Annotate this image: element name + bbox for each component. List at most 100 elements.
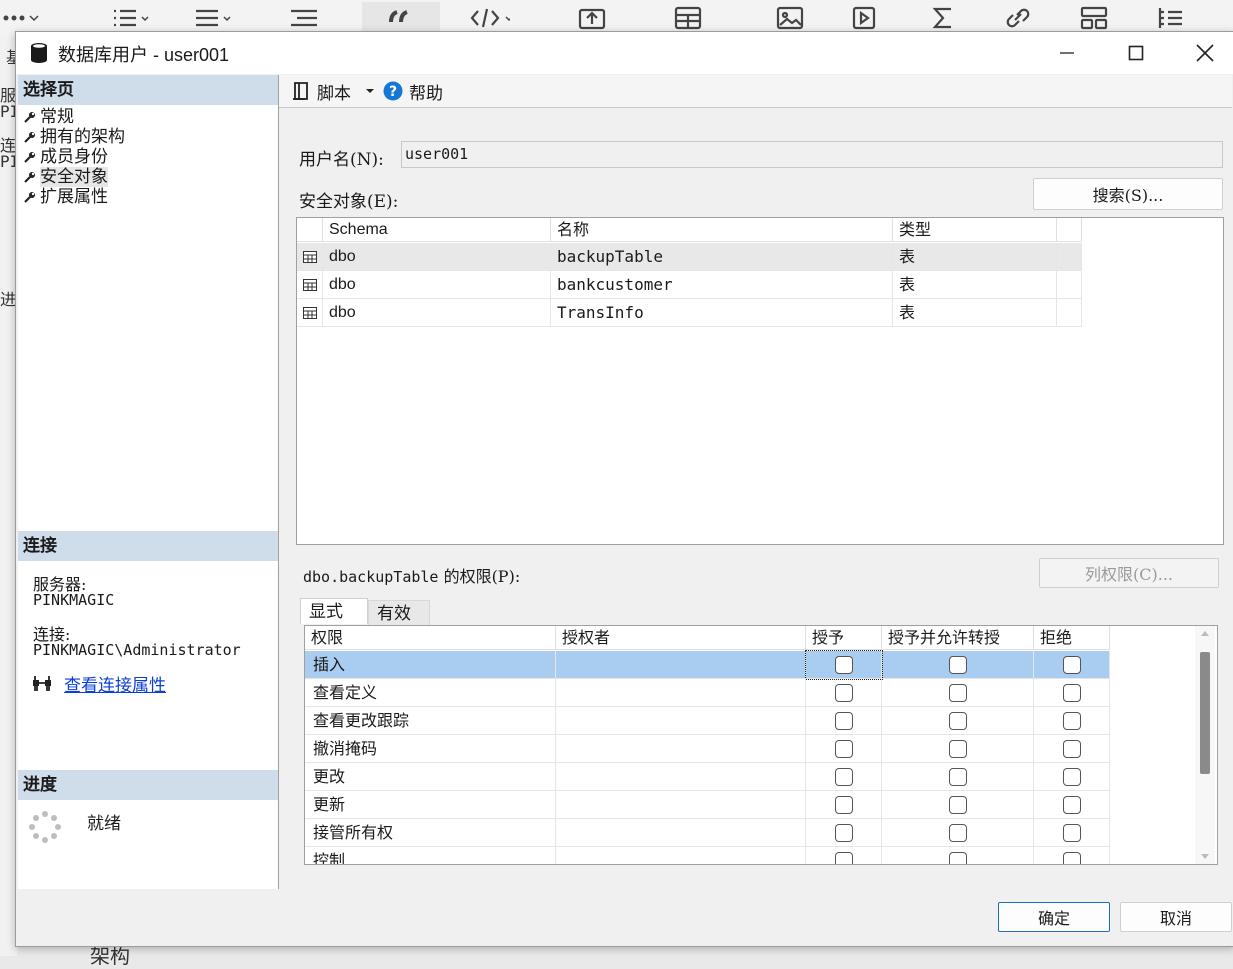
column-header-grantor[interactable]: 授权者	[556, 626, 806, 650]
permission-row[interactable]: 撤消掩码	[305, 735, 1110, 763]
grant-checkbox[interactable]	[835, 796, 853, 814]
maximize-button[interactable]	[1102, 32, 1170, 74]
username-field[interactable]: user001	[401, 141, 1223, 168]
column-permissions-button[interactable]: 列权限(C)...	[1039, 558, 1219, 588]
deny-checkbox[interactable]	[1063, 796, 1081, 814]
permission-row[interactable]: 插入	[305, 650, 1110, 680]
grant-checkbox[interactable]	[835, 768, 853, 786]
scrollbar-thumb[interactable]	[1200, 652, 1210, 774]
with-grant-checkbox[interactable]	[949, 740, 967, 758]
with-grant-cell	[882, 819, 1034, 847]
permission-row[interactable]: 更新	[305, 791, 1110, 819]
deny-checkbox[interactable]	[1063, 740, 1081, 758]
permission-row[interactable]: 查看更改跟踪	[305, 707, 1110, 735]
table-row[interactable]: dbo backupTable 表	[297, 243, 1082, 271]
column-header-grant[interactable]: 授予	[806, 626, 882, 650]
username-label: 用户名(N):	[299, 150, 384, 170]
table-row[interactable]: dbo TransInfo 表	[297, 299, 1082, 327]
row-header[interactable]	[297, 271, 323, 299]
wrench-icon	[24, 132, 35, 143]
deny-checkbox[interactable]	[1063, 656, 1081, 674]
bullet-list-icon[interactable]	[110, 2, 150, 34]
search-button[interactable]: 搜索(S)...	[1033, 178, 1223, 210]
close-button[interactable]	[1171, 32, 1233, 74]
deny-checkbox[interactable]	[1063, 684, 1081, 702]
grant-checkbox[interactable]	[835, 656, 853, 674]
grant-checkbox[interactable]	[835, 852, 853, 864]
scroll-up-icon[interactable]	[1201, 630, 1209, 636]
script-icon	[293, 82, 308, 100]
quote-icon[interactable]	[362, 2, 440, 34]
nav-item-extended-properties[interactable]: 扩展属性	[24, 187, 108, 207]
type-cell: 表	[893, 243, 1057, 271]
link-icon[interactable]	[998, 2, 1038, 34]
grant-checkbox[interactable]	[835, 684, 853, 702]
with-grant-checkbox[interactable]	[949, 712, 967, 730]
grant-cell	[806, 847, 882, 864]
ok-button[interactable]: 确定	[998, 902, 1110, 932]
title-bar[interactable]: 数据库用户 - user001	[16, 32, 1233, 74]
with-grant-cell	[882, 651, 1034, 679]
help-icon: ?	[383, 81, 403, 101]
column-header-name[interactable]: 名称	[551, 218, 893, 242]
image-icon[interactable]	[770, 2, 810, 34]
upload-icon[interactable]	[572, 2, 612, 34]
deny-checkbox[interactable]	[1063, 768, 1081, 786]
permission-row[interactable]: 更改	[305, 763, 1110, 791]
progress-spinner-icon	[29, 811, 61, 843]
grant-checkbox[interactable]	[835, 824, 853, 842]
tab-effective[interactable]: 有效	[368, 600, 430, 626]
column-header-permission[interactable]: 权限	[305, 626, 556, 650]
table-row[interactable]: dbo bankcustomer 表	[297, 271, 1082, 299]
numbered-list-icon[interactable]	[192, 2, 232, 34]
script-button[interactable]: 脚本	[291, 78, 379, 104]
with-grant-checkbox[interactable]	[949, 852, 967, 864]
deny-checkbox[interactable]	[1063, 852, 1081, 864]
code-icon[interactable]	[470, 2, 510, 34]
indent-icon[interactable]	[285, 2, 325, 34]
chevron-down-icon[interactable]	[363, 86, 379, 96]
deny-checkbox[interactable]	[1063, 824, 1081, 842]
nav-item-owned-schemas[interactable]: 拥有的架构	[24, 127, 125, 147]
deny-checkbox[interactable]	[1063, 712, 1081, 730]
tab-explicit[interactable]: 显式	[300, 598, 368, 624]
column-header-deny[interactable]: 拒绝	[1034, 626, 1110, 650]
column-header-schema[interactable]: Schema	[323, 218, 551, 242]
formula-icon[interactable]	[924, 2, 964, 34]
with-grant-checkbox[interactable]	[949, 824, 967, 842]
more-icon[interactable]	[0, 2, 40, 34]
permission-row[interactable]: 接管所有权	[305, 819, 1110, 847]
permission-row[interactable]: 查看定义	[305, 679, 1110, 707]
grantor-cell	[556, 707, 806, 735]
with-grant-checkbox[interactable]	[949, 796, 967, 814]
view-connection-properties-link[interactable]: 查看连接属性	[64, 671, 166, 696]
grant-checkbox[interactable]	[835, 712, 853, 730]
outline-icon[interactable]	[1150, 2, 1190, 34]
layout-icon[interactable]	[1074, 2, 1114, 34]
column-header-filler	[1057, 218, 1082, 242]
nav-item-membership[interactable]: 成员身份	[24, 147, 108, 167]
permission-row[interactable]: 控制	[305, 847, 1110, 864]
video-icon[interactable]	[846, 2, 886, 34]
close-icon	[1196, 44, 1214, 62]
progress-status: 就绪	[87, 814, 121, 834]
with-grant-checkbox[interactable]	[949, 684, 967, 702]
column-header-type[interactable]: 类型	[893, 218, 1057, 242]
help-button[interactable]: ? 帮助	[383, 78, 443, 104]
table-icon[interactable]	[668, 2, 708, 34]
with-grant-checkbox[interactable]	[949, 656, 967, 674]
grant-checkbox[interactable]	[835, 740, 853, 758]
nav-item-label: 安全对象	[40, 167, 108, 187]
with-grant-checkbox[interactable]	[949, 768, 967, 786]
vertical-scrollbar[interactable]	[1195, 626, 1215, 864]
nav-item-securables[interactable]: 安全对象	[24, 167, 108, 187]
column-header-with-grant[interactable]: 授予并允许转授	[882, 626, 1034, 650]
row-header[interactable]	[297, 299, 323, 327]
row-header[interactable]	[297, 243, 323, 271]
permission-name-cell: 撤消掩码	[305, 735, 556, 763]
nav-item-general[interactable]: 常规	[24, 107, 74, 127]
cancel-button[interactable]: 取消	[1120, 902, 1232, 932]
minimize-button[interactable]	[1033, 32, 1101, 74]
schema-cell: dbo	[323, 299, 551, 327]
scroll-down-icon[interactable]	[1201, 854, 1209, 860]
